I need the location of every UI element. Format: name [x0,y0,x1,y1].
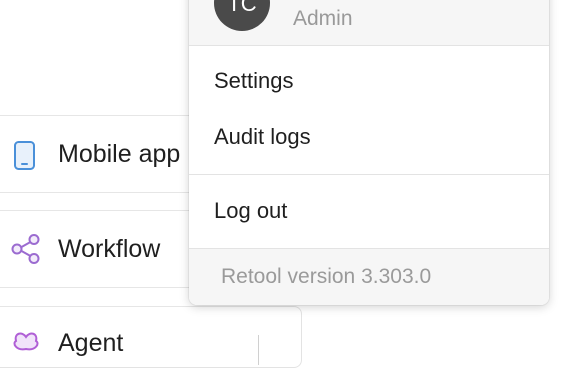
mobile-phone-icon [10,140,40,170]
audit-logs-menu-item[interactable]: Audit logs [189,112,549,162]
user-menu-header: TC Admin [189,0,549,46]
agent-icon [10,329,40,359]
settings-menu-item[interactable]: Settings [189,56,549,106]
log-out-menu-item[interactable]: Log out [189,186,549,236]
divider [258,335,259,365]
list-item-label: Mobile app [58,140,181,168]
user-role: Admin [293,7,353,30]
avatar: TC [214,0,270,31]
menu-footer: Retool version 3.303.0 [189,248,549,305]
list-item-mobile-app[interactable]: Mobile app [0,115,200,193]
user-menu: TC Admin Settings Audit logs Log out Ret… [189,0,549,305]
list-item-workflow[interactable]: Workflow [0,210,200,288]
list-item-agent[interactable]: Agent [0,306,260,383]
menu-divider [189,174,549,175]
version-text: Retool version 3.303.0 [221,265,432,288]
list-item-label: Workflow [58,235,161,263]
share-nodes-icon [10,233,40,264]
